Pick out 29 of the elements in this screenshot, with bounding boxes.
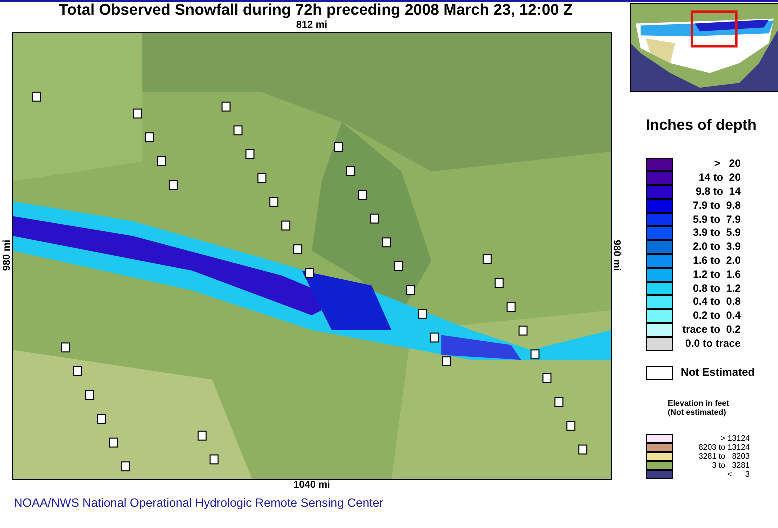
legend-label: 1.2 to 1.6 (692, 268, 741, 281)
legend-label: 1.6 to 2.0 (692, 254, 741, 267)
legend-label: 0.2 to 0.4 (692, 310, 741, 322)
legend-label: 9.8 to 14 (695, 186, 741, 198)
legend-label: 2.0 to 3.9 (692, 241, 741, 254)
legend-label: 14 to 20 (698, 172, 741, 184)
legend-label: trace to 0.2 (682, 324, 741, 336)
legend-title: Inches of depth (646, 116, 758, 136)
distance-label: 1040 mi (294, 480, 330, 492)
legend-label: 3.9 to 5.9 (692, 227, 741, 240)
footer-link[interactable]: NOAA/NWS National Operational Hydrologic Remote Sensing Center (14, 494, 384, 512)
legend-label: 0.4 to 0.8 (692, 296, 741, 308)
legend-title: Elevation in feet (668, 399, 730, 408)
legend-label: 7.9 to 9.8 (692, 200, 741, 212)
legend-label: Not Estimated (681, 366, 755, 381)
legend-label: < 3 (726, 470, 750, 480)
distance-label: 980 mi (1, 240, 12, 272)
legend-label: 0.8 to 1.2 (692, 282, 741, 295)
legend-label: 3 to 3281 (711, 461, 750, 470)
legend-subtitle: (Not estimated) (668, 408, 728, 418)
chart-title: Total Observed Snowfall during 72h preceding 2008 March 23, 12:00 Z (58, 2, 574, 20)
legend-label: 3281 to 8203 (698, 452, 750, 462)
distance-label: 812 mi (296, 20, 328, 32)
legend-label: 5.9 to 7.9 (692, 214, 741, 226)
legend-label: 8203 to 13124 (698, 443, 750, 452)
legend-label: > 13124 (720, 434, 750, 444)
legend-label: 0.0 to trace (684, 338, 741, 350)
distance-label: 980 mi (612, 240, 623, 272)
legend-label: > 20 (713, 158, 741, 170)
